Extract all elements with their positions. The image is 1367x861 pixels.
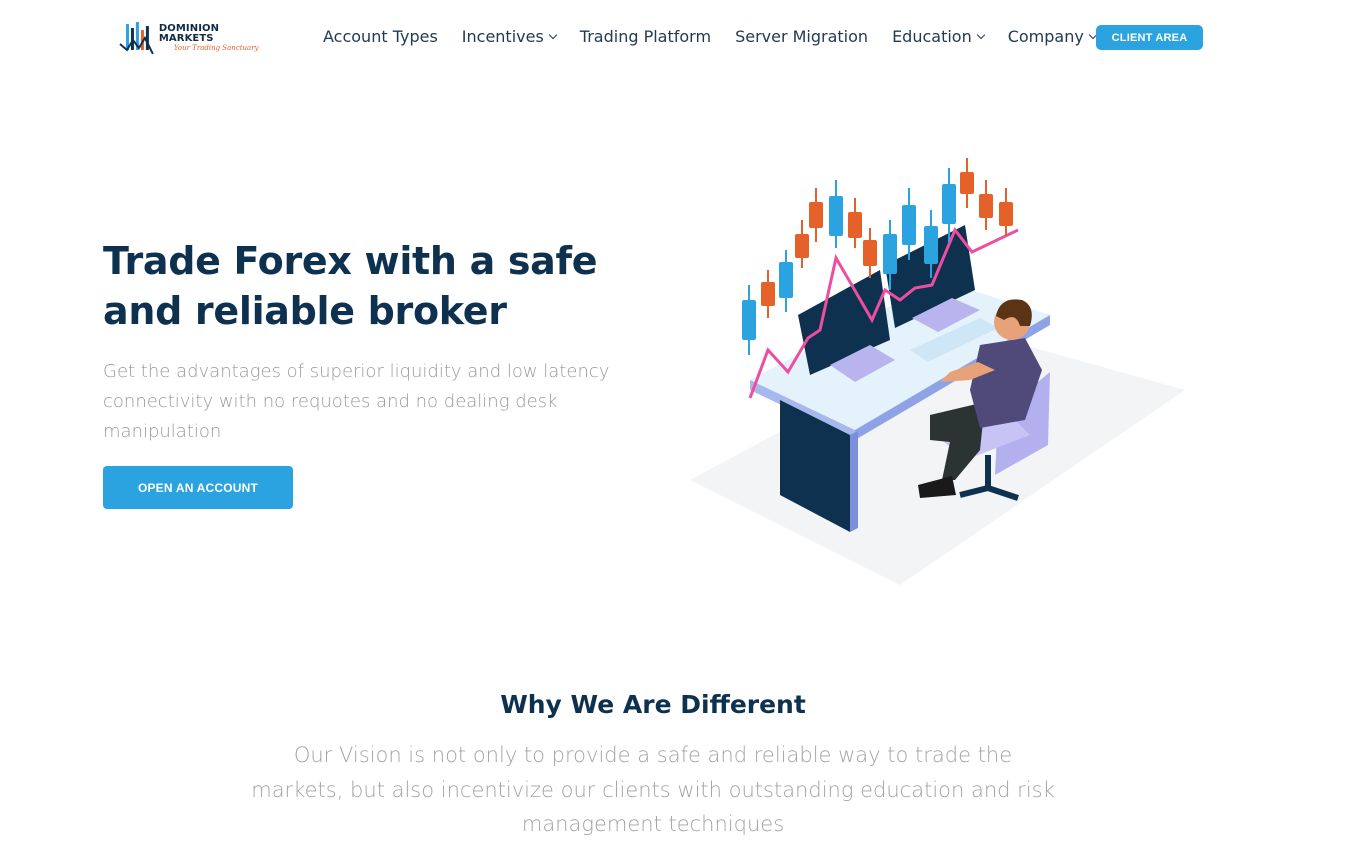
client-area-button[interactable]: CLIENT AREA: [1096, 25, 1203, 50]
open-account-button[interactable]: OPEN AN ACCOUNT: [103, 466, 293, 509]
nav-item-label: Company: [1007, 26, 1084, 46]
nav-education[interactable]: Education: [892, 26, 985, 46]
nav-item-label: Server Migration: [735, 26, 869, 46]
nav-company[interactable]: Company: [1007, 26, 1098, 46]
nav-item-label: Incentives: [461, 26, 544, 46]
site-header: DOMINION MARKETS Your Trading Sanctuary …: [0, 0, 1367, 72]
why-section-text: Our Vision is not only to provide a safe…: [251, 743, 1055, 836]
chair-post: [985, 455, 991, 490]
main-nav: Account Types Incentives Trading Platfor…: [323, 24, 1120, 48]
brand-logo[interactable]: DOMINION MARKETS Your Trading Sanctuary: [117, 18, 277, 58]
nav-trading-platform[interactable]: Trading Platform: [580, 27, 711, 46]
trader-at-desk-illustration: [690, 158, 1185, 585]
nav-item-label: Education: [892, 26, 972, 46]
chevron-down-icon: [548, 30, 558, 39]
hero-subtitle: Get the advantages of superior liquidity…: [103, 361, 610, 442]
hero-title: Trade Forex with a safe and reliable bro…: [103, 239, 598, 333]
nav-incentives[interactable]: Incentives: [461, 26, 558, 46]
brand-name: DOMINION MARKETS: [158, 23, 220, 44]
nav-item-label: Account Types: [323, 26, 438, 46]
nav-item-label: Trading Platform: [579, 26, 712, 46]
chevron-down-icon: [976, 30, 985, 39]
logo-bars-icon: [119, 22, 154, 55]
nav-server-migration[interactable]: Server Migration: [735, 27, 868, 46]
brand-tagline: Your Trading Sanctuary: [173, 44, 259, 52]
why-section-title: Why We Are Different: [500, 690, 806, 719]
desk-leg-side: [850, 431, 858, 532]
nav-account-types[interactable]: Account Types: [323, 27, 438, 46]
